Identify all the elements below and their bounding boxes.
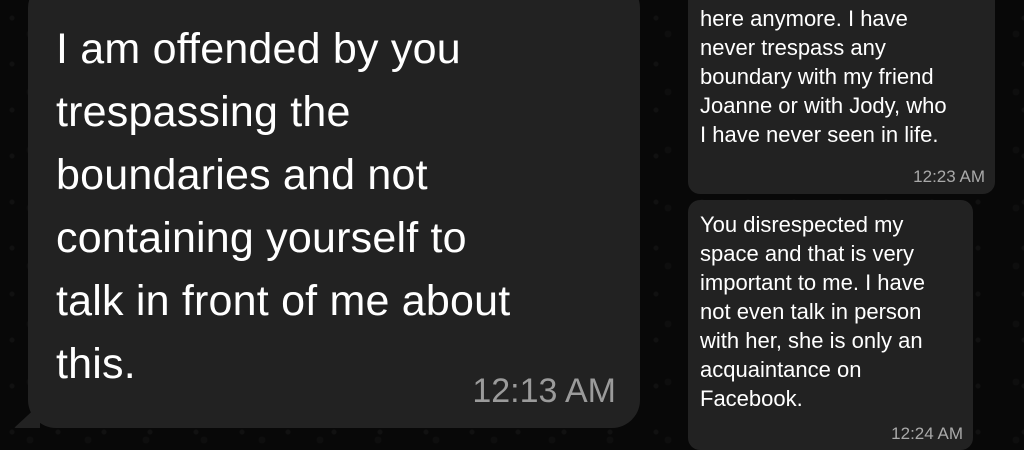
message-timestamp: 12:13 AM	[472, 372, 616, 410]
message-bubble-left[interactable]: I am offended by you trespassing the bou…	[14, 0, 640, 428]
message-bubble-right-bottom[interactable]: You disrespected my space and that is ve…	[688, 200, 973, 450]
message-text: here anymore. I have never trespass any …	[700, 6, 947, 147]
message-text: You disrespected my space and that is ve…	[700, 212, 925, 411]
message-text: I am offended by you trespassing the bou…	[56, 25, 511, 388]
message-bubble-right-top[interactable]: here anymore. I have never trespass any …	[688, 0, 995, 194]
message-timestamp: 12:24 AM	[891, 424, 963, 443]
message-timestamp: 12:23 AM	[913, 167, 985, 186]
